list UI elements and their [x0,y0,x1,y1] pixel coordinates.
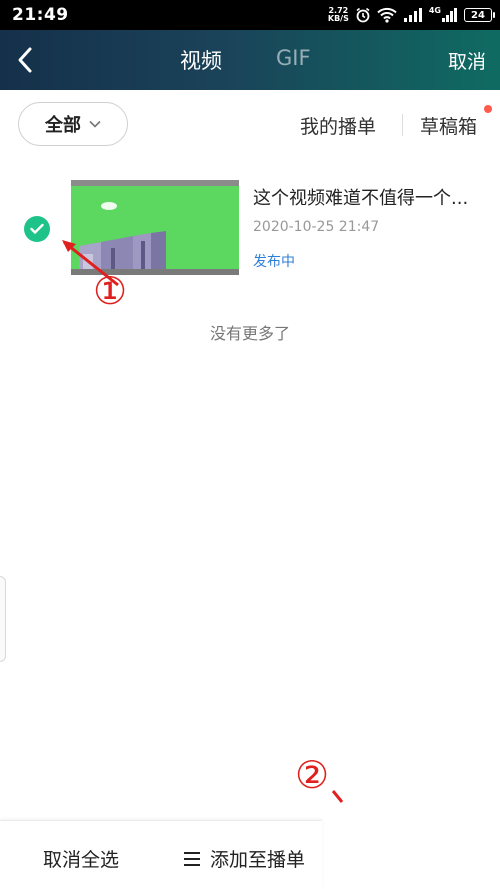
chevron-left-icon [18,47,32,73]
list-end-text: 没有更多了 [209,324,290,343]
select-checkbox[interactable] [24,216,50,242]
check-icon [30,223,44,234]
publish-status: 发布中 [253,254,295,270]
battery-icon: 24 [464,8,495,22]
category-dropdown[interactable]: 全部 [18,102,128,146]
annotation-arrow-tail [332,790,344,803]
status-time: 21:49 [12,5,69,25]
cancel-button[interactable]: 取消 [448,47,486,74]
menu-icon [184,851,200,866]
status-bar: 21:49 2.72 KB/S 4G 24 [0,0,500,30]
deselect-all-button[interactable]: 取消全选 [43,845,119,872]
network-speed-unit: KB/S [327,14,349,23]
signal-icon [403,8,422,22]
annotation-marker-1: ① [93,269,128,313]
annotation-marker-2: ② [295,753,330,797]
drafts-link[interactable]: 草稿箱 [420,112,477,139]
network-speed: 2.72 KB/S [328,7,349,23]
add-to-playlist-label: 添加至播单 [210,849,306,871]
side-drawer-handle[interactable] [0,576,6,662]
network-type-label: 4G [428,6,441,15]
alarm-icon [356,7,370,23]
add-to-playlist-button[interactable]: 添加至播单 [184,845,305,872]
video-date: 2020-10-25 21:47 [253,219,380,235]
chevron-down-icon [89,120,101,128]
filter-row: 全部 我的播单 草稿箱 [0,90,500,158]
tab-gif[interactable]: GIF [276,46,311,70]
app-header: 视频 GIF 取消 [0,30,500,90]
battery-level: 24 [471,9,485,21]
bottom-action-bar: 取消全选 添加至播单 [0,820,322,889]
signal-4g: 4G [429,7,458,23]
wifi-icon [377,7,397,23]
video-title: 这个视频难道不值得一个... [253,188,469,209]
status-icons: 2.72 KB/S 4G 24 [328,7,495,23]
signal-icon [442,8,457,22]
draft-badge [484,105,492,113]
back-button[interactable] [8,40,42,80]
tab-video[interactable]: 视频 [180,45,222,75]
my-playlist-link[interactable]: 我的播单 [300,112,376,139]
category-dropdown-label: 全部 [45,115,81,136]
divider [402,114,403,136]
